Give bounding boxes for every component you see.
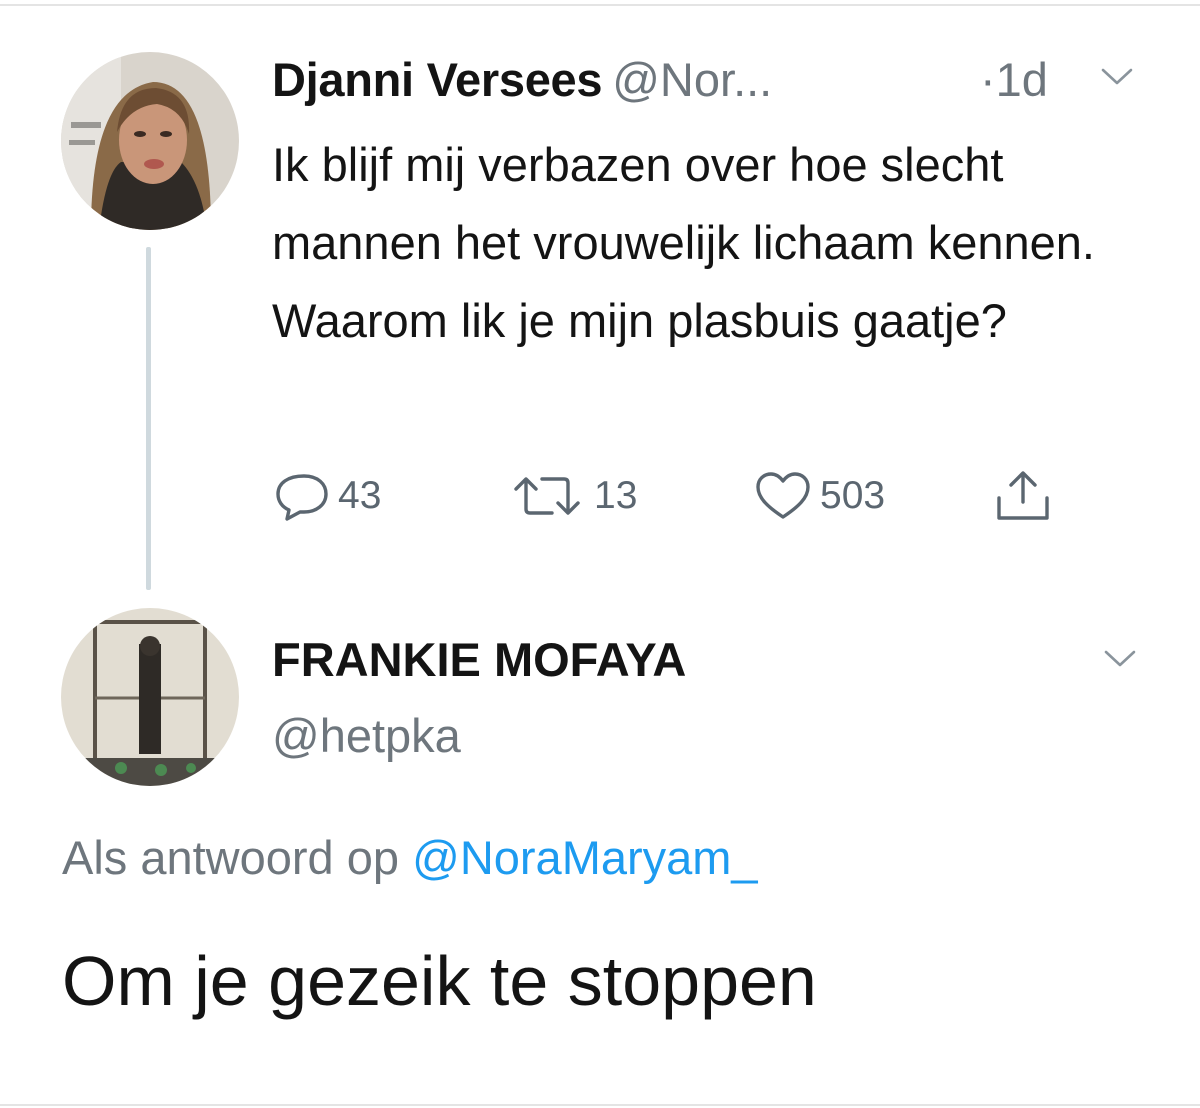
- reply-text: Om je gezeik te stoppen: [62, 942, 817, 1020]
- chevron-down-icon[interactable]: [1100, 66, 1134, 88]
- mention-link[interactable]: @NoraMaryam_: [412, 831, 757, 884]
- chevron-down-icon[interactable]: [1103, 648, 1137, 670]
- retweet-button[interactable]: 13: [508, 468, 637, 524]
- tweet-header: Djanni Versees @Nor...: [272, 50, 772, 110]
- share-button[interactable]: [992, 468, 1054, 524]
- display-name[interactable]: Djanni Versees: [272, 53, 603, 106]
- like-button[interactable]: 503: [754, 468, 885, 524]
- like-count: 503: [820, 474, 886, 517]
- reply-button[interactable]: 43: [274, 468, 381, 524]
- retweet-count: 13: [594, 474, 638, 517]
- top-divider: [0, 4, 1200, 6]
- handle[interactable]: @Nor...: [612, 53, 772, 106]
- reply-handle[interactable]: @hetpka: [272, 706, 461, 766]
- reply-icon: [276, 474, 328, 521]
- share-icon: [997, 471, 1049, 520]
- tweet-text: Ik blijf mij verbazen over hoe slecht ma…: [272, 138, 1095, 347]
- reply-prefix: Als antwoord op: [62, 831, 400, 884]
- avatar[interactable]: [61, 52, 239, 230]
- reply-display-name[interactable]: FRANKIE MOFAYA: [272, 630, 686, 690]
- timestamp[interactable]: ·1d: [980, 50, 1048, 110]
- avatar[interactable]: [61, 608, 239, 786]
- bottom-divider: [0, 1104, 1200, 1106]
- reply-context: Als antwoord op @NoraMaryam_: [62, 826, 758, 890]
- like-icon: [756, 472, 810, 519]
- reply-count: 43: [338, 474, 382, 517]
- thread-line: [146, 247, 151, 590]
- retweet-icon: [514, 477, 580, 515]
